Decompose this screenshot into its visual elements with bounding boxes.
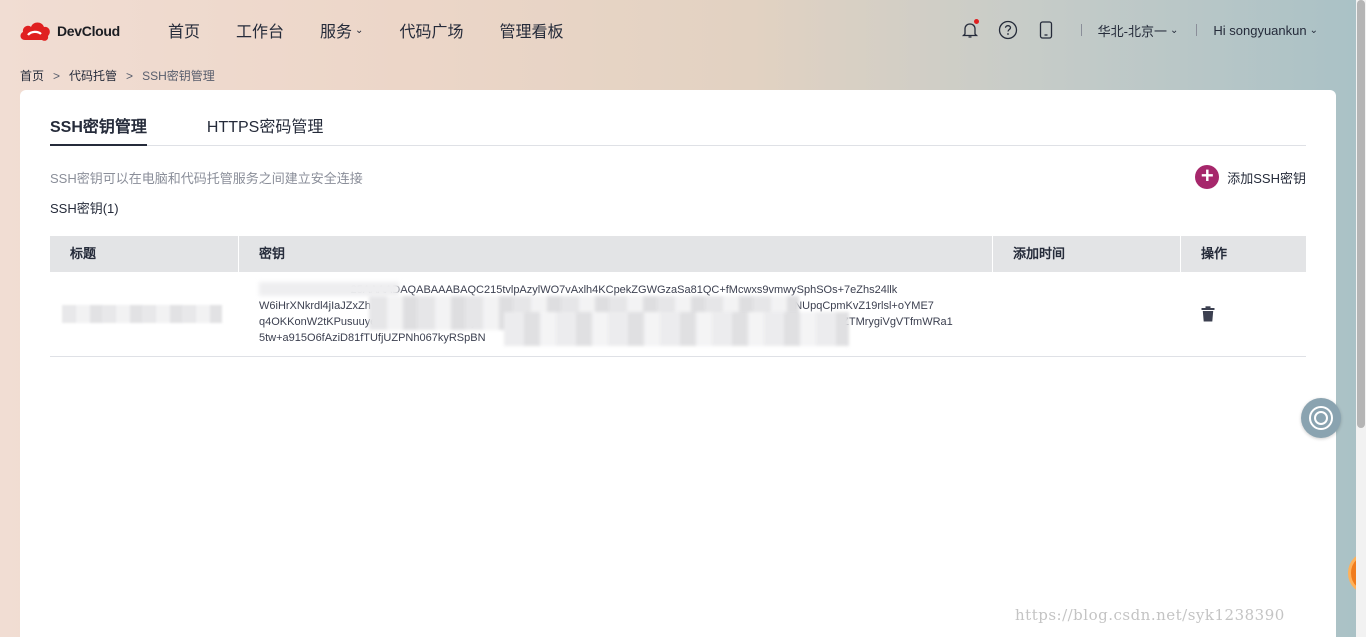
headset-icon (1309, 406, 1333, 430)
nav-label: 管理看板 (499, 24, 564, 41)
nav-label: 代码广场 (399, 24, 464, 41)
tab-bar: SSH密钥管理 HTTPS密码管理 (50, 108, 1306, 146)
nav-label: 服务 (320, 24, 353, 41)
devcloud-logo[interactable]: DevCloud (18, 18, 120, 44)
header-tools: 华北-北京一 ⌄ Hi songyuankun ⌄ (959, 0, 1366, 60)
top-navigation-bar: DevCloud 首页 工作台 服务 ⌄ 代码广场 管理看板 华北-北京一 ⌄ Hi… (0, 0, 1366, 60)
tab-ssh-keys[interactable]: SSH密钥管理 (50, 108, 147, 146)
table-row: 25AAAADAQABAAABAQC215tvlpAzylWO7vAxlh4KC… (50, 272, 1306, 357)
mobile-icon-svg (1039, 21, 1052, 39)
key-value: 25AAAADAQABAAABAQC215tvlpAzylWO7vAxlh4KC… (259, 282, 989, 346)
cell-key: 25AAAADAQABAAABAQC215tvlpAzylWO7vAxlh4KC… (239, 272, 993, 356)
user-name: Hi songyuankun (1213, 22, 1307, 38)
notification-dot (973, 19, 979, 24)
main-nav: 首页 工作台 服务 ⌄ 代码广场 管理看板 (168, 0, 599, 60)
trash-icon[interactable] (1201, 306, 1215, 322)
nav-item-home[interactable]: 首页 (168, 18, 200, 42)
blurred-title (62, 305, 222, 323)
breadcrumb-home[interactable]: 首页 (20, 67, 44, 84)
breadcrumb: 首页 > 代码托管 > SSH密钥管理 (20, 67, 215, 84)
divider (1196, 24, 1198, 36)
column-header-key: 密钥 (239, 236, 993, 272)
breadcrumb-code-hosting[interactable]: 代码托管 (69, 67, 117, 84)
cell-added-time (993, 272, 1181, 356)
ssh-key-table: 标题 密钥 添加时间 操作 25AAAADAQABAAABAQC215tvlpA… (50, 236, 1306, 357)
breadcrumb-separator: > (126, 68, 134, 83)
key-count: SSH密钥(1) (50, 201, 119, 216)
chevron-down-icon: ⌄ (355, 24, 364, 36)
chevron-down-icon: ⌄ (1309, 24, 1318, 36)
scrollbar-thumb[interactable] (1357, 0, 1365, 428)
region-selector[interactable]: 华北-北京一 ⌄ (1098, 21, 1179, 40)
nav-item-dashboard[interactable]: 管理看板 (499, 18, 563, 42)
column-header-title: 标题 (50, 236, 239, 272)
add-ssh-key-label: 添加SSH密钥 (1227, 170, 1306, 186)
add-ssh-key-button[interactable]: + 添加SSH密钥 (1195, 165, 1306, 189)
column-header-actions: 操作 (1201, 246, 1228, 261)
nav-item-workbench[interactable]: 工作台 (236, 18, 284, 42)
redaction-blur (259, 282, 399, 296)
nav-item-services[interactable]: 服务 ⌄ (320, 18, 363, 42)
cell-actions (1181, 272, 1306, 356)
main-card: SSH密钥管理 HTTPS密码管理 SSH密钥可以在电脑和代码托管服务之间建立安… (20, 90, 1336, 637)
divider (1080, 24, 1082, 36)
breadcrumb-separator: > (53, 68, 61, 83)
breadcrumb-current: SSH密钥管理 (142, 69, 215, 83)
region-label: 华北-北京一 (1097, 23, 1167, 39)
watermark: https://blog.csdn.net/syk1238390 (1015, 606, 1285, 624)
nav-label: 首页 (168, 24, 201, 41)
customer-service-button[interactable] (1301, 398, 1341, 438)
bell-icon[interactable] (959, 19, 981, 41)
help-icon[interactable] (997, 19, 1019, 41)
redaction-blur (504, 312, 849, 346)
nav-label: 工作台 (236, 24, 285, 41)
plus-icon: + (1195, 165, 1220, 189)
nav-item-code-square[interactable]: 代码广场 (399, 18, 463, 42)
cell-title (50, 272, 239, 356)
table-header: 标题 密钥 添加时间 操作 (50, 236, 1306, 272)
brand-name: DevCloud (57, 23, 120, 39)
tab-https-password[interactable]: HTTPS密码管理 (207, 108, 323, 146)
help-icon-svg (998, 20, 1017, 40)
page-description: SSH密钥可以在电脑和代码托管服务之间建立安全连接 (50, 171, 363, 186)
chevron-down-icon: ⌄ (1169, 24, 1179, 36)
mobile-icon[interactable] (1035, 19, 1057, 41)
cloud-logo-icon (20, 22, 50, 41)
column-header-added-time: 添加时间 (993, 236, 1181, 272)
user-menu[interactable]: Hi songyuankun ⌄ (1213, 23, 1318, 38)
